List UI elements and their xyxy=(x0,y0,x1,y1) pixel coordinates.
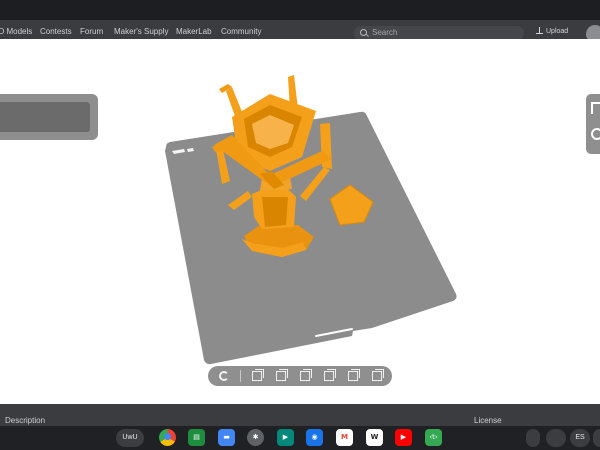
page-content-strip xyxy=(0,404,600,426)
nav-item-community[interactable]: Community xyxy=(221,27,261,36)
cube-bottom-icon[interactable] xyxy=(372,369,384,381)
files-icon[interactable]: ▬ xyxy=(218,429,235,446)
nav-item-makers-supply[interactable]: Maker's Supply xyxy=(114,27,168,36)
screenshot-button[interactable] xyxy=(526,429,540,447)
wifi-status[interactable] xyxy=(593,429,600,447)
classroom-icon[interactable]: ▤ xyxy=(188,429,205,446)
upload-label: Upload xyxy=(546,28,569,35)
scene-canvas[interactable] xyxy=(0,39,600,404)
nav-item-3d-models[interactable]: 3D Models xyxy=(0,27,32,36)
language-indicator[interactable]: ES xyxy=(570,429,590,447)
settings-icon[interactable]: ✱ xyxy=(247,429,264,446)
cube-front-icon[interactable] xyxy=(252,369,264,381)
nav-item-contests[interactable]: Contests xyxy=(40,27,72,36)
nav-item-makerlab[interactable]: MakerLab xyxy=(176,27,212,36)
search-icon xyxy=(360,29,367,36)
nav-item-forum[interactable]: Forum xyxy=(80,27,103,36)
toolbar-divider xyxy=(240,370,241,382)
model-viewer[interactable]: Plate 1 xyxy=(0,39,600,426)
cube-left-icon[interactable] xyxy=(300,369,312,381)
cube-top-icon[interactable] xyxy=(348,369,360,381)
chrome-icon[interactable]: ● xyxy=(159,429,176,446)
os-shelf: UwU ES xyxy=(0,426,600,450)
terminal-icon[interactable]: ‹t› xyxy=(425,429,442,446)
view-toolbar xyxy=(208,366,392,386)
meet-icon[interactable]: ▶ xyxy=(277,429,294,446)
rotate-icon[interactable] xyxy=(219,371,229,381)
camera-icon[interactable]: ◉ xyxy=(306,429,323,446)
cube-right-icon[interactable] xyxy=(324,369,336,381)
mic-button[interactable] xyxy=(546,429,566,447)
search-placeholder: Search xyxy=(372,28,398,37)
gmail-icon[interactable]: M xyxy=(336,429,353,446)
description-heading: Description xyxy=(5,416,46,425)
bed-toggle-label: Bed xyxy=(0,371,15,380)
upload-button[interactable]: Upload xyxy=(536,27,568,35)
launcher-button[interactable]: UwU xyxy=(116,429,144,447)
license-heading: License xyxy=(474,416,502,425)
app-w-icon[interactable]: W xyxy=(366,429,383,446)
upload-icon xyxy=(536,27,543,34)
top-bar xyxy=(0,0,600,20)
cube-back-icon[interactable] xyxy=(276,369,288,381)
search-input[interactable]: Search xyxy=(354,26,524,40)
youtube-icon[interactable]: ▶ xyxy=(395,429,412,446)
